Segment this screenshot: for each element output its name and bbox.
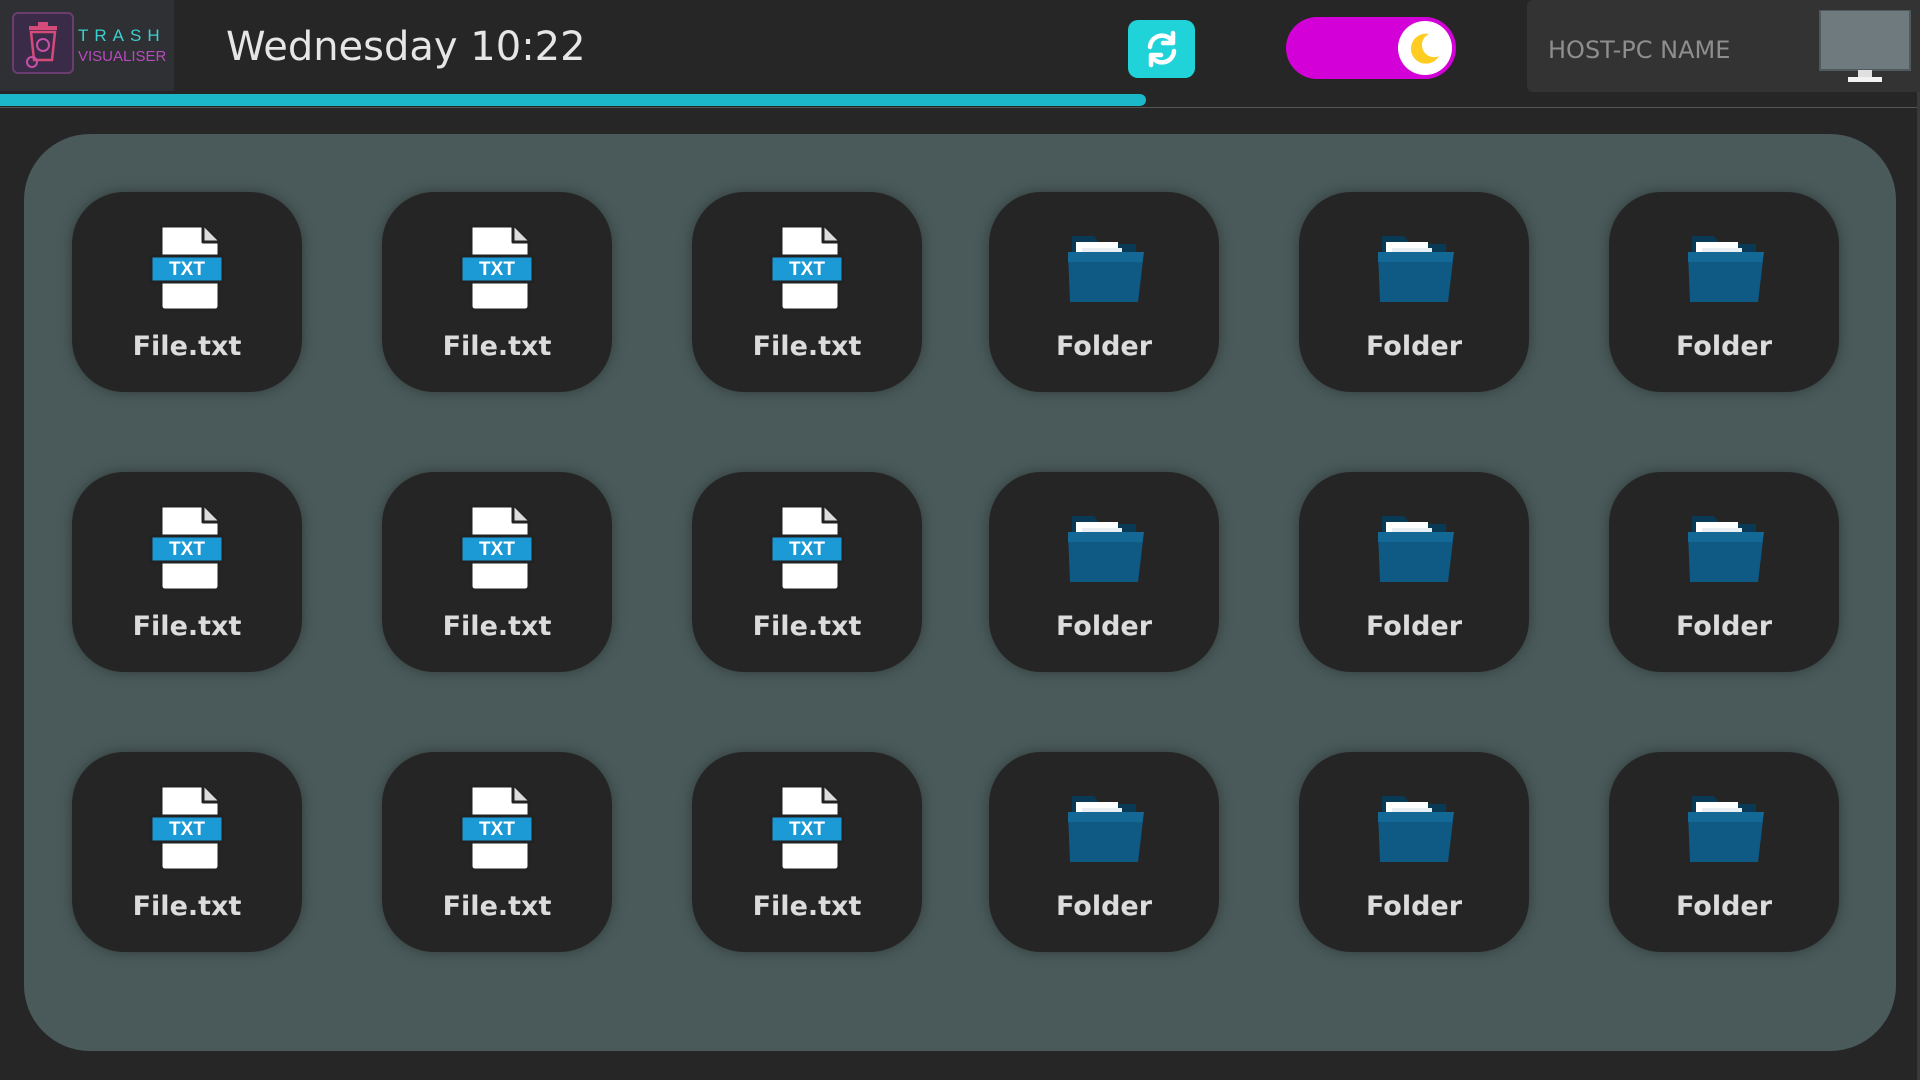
txt-file-icon: TXT [763,782,851,874]
folder-tile[interactable]: Folder [1299,192,1529,392]
file-tile[interactable]: TXT File.txt [692,752,922,952]
refresh-icon [1147,30,1176,68]
tile-label: File.txt [442,611,552,642]
tile-label: File.txt [752,891,862,922]
host-pc-name: HOST-PC NAME [1548,36,1731,64]
svg-text:TXT: TXT [789,259,825,280]
tile-label: File.txt [132,611,242,642]
trash-contents-panel: TXT File.txt TXT File.txt TXT File.txt F… [24,134,1896,1051]
app-logo: TRASH VISUALISER [0,0,174,91]
file-tile[interactable]: TXT File.txt [692,192,922,392]
txt-file-icon: TXT [453,782,541,874]
tile-label: Folder [1675,891,1773,922]
txt-file-icon: TXT [143,782,231,874]
svg-text:TXT: TXT [169,259,205,280]
txt-file-icon: TXT [143,222,231,314]
file-tile[interactable]: TXT File.txt [692,472,922,672]
dark-mode-toggle[interactable] [1286,17,1456,79]
tile-label: File.txt [132,331,242,362]
svg-text:TXT: TXT [169,539,205,560]
file-tile[interactable]: TXT File.txt [72,472,302,672]
file-tile[interactable]: TXT File.txt [382,472,612,672]
txt-file-icon: TXT [143,502,231,594]
file-tile[interactable]: TXT File.txt [382,752,612,952]
header-bar: TRASH VISUALISER Wednesday 10:22 HOST-PC… [0,0,1920,108]
tile-label: Folder [1055,891,1153,922]
folder-icon [1060,502,1148,594]
tile-label: Folder [1675,611,1773,642]
folder-icon [1370,502,1458,594]
progress-fill [0,94,1147,106]
tile-label: Folder [1055,611,1153,642]
tile-label: Folder [1365,331,1463,362]
tile-label: Folder [1055,331,1153,362]
refresh-button[interactable] [1128,20,1195,78]
folder-icon [1680,222,1768,314]
logo-subtitle: VISUALISER [78,48,167,65]
folder-tile[interactable]: Folder [989,192,1219,392]
logo-title: TRASH [78,26,166,45]
folder-tile[interactable]: Folder [1299,472,1529,672]
folder-tile[interactable]: Folder [989,752,1219,952]
tile-label: File.txt [442,891,552,922]
tile-label: File.txt [752,611,862,642]
txt-file-icon: TXT [763,502,851,594]
file-tile[interactable]: TXT File.txt [72,192,302,392]
folder-tile[interactable]: Folder [1299,752,1529,952]
folder-icon [1060,222,1148,314]
svg-text:TXT: TXT [479,259,515,280]
items-grid: TXT File.txt TXT File.txt TXT File.txt F… [24,134,1896,1051]
toggle-knob [1398,21,1452,75]
tile-label: File.txt [132,891,242,922]
tile-label: File.txt [442,331,552,362]
folder-icon [1680,782,1768,874]
folder-tile[interactable]: Folder [1609,752,1839,952]
folder-icon [1370,222,1458,314]
folder-icon [1060,782,1148,874]
file-tile[interactable]: TXT File.txt [72,752,302,952]
folder-icon [1680,502,1768,594]
folder-tile[interactable]: Folder [1609,192,1839,392]
trash-bin-logo-icon [12,12,74,74]
host-pc-panel: HOST-PC NAME [1527,0,1920,92]
txt-file-icon: TXT [453,502,541,594]
date-time-display: Wednesday 10:22 [226,24,586,70]
progress-bar [0,94,1920,108]
folder-tile[interactable]: Folder [1609,472,1839,672]
tile-label: Folder [1675,331,1773,362]
file-tile[interactable]: TXT File.txt [382,192,612,392]
tile-label: File.txt [752,331,862,362]
svg-text:TXT: TXT [479,539,515,560]
tile-label: Folder [1365,611,1463,642]
svg-text:TXT: TXT [169,819,205,840]
tile-label: Folder [1365,891,1463,922]
svg-text:TXT: TXT [789,539,825,560]
moon-icon [1410,33,1439,64]
monitor-icon [1819,10,1911,82]
folder-icon [1370,782,1458,874]
svg-text:TXT: TXT [479,819,515,840]
folder-tile[interactable]: Folder [989,472,1219,672]
svg-text:TXT: TXT [789,819,825,840]
txt-file-icon: TXT [453,222,541,314]
txt-file-icon: TXT [763,222,851,314]
app-window: TRASH VISUALISER Wednesday 10:22 HOST-PC… [0,0,1920,1080]
